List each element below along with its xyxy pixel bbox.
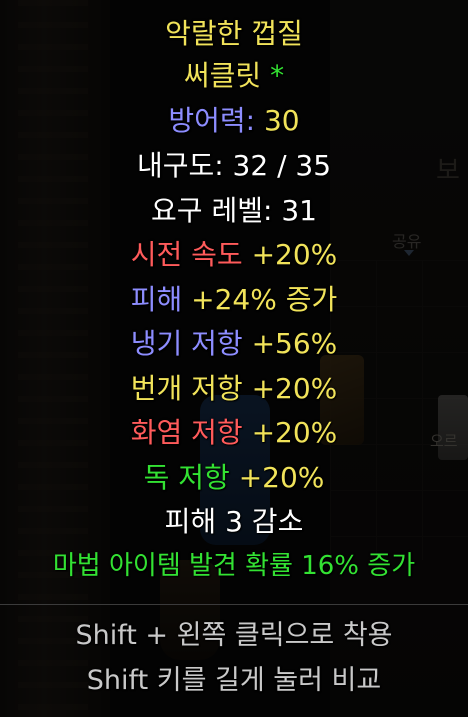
property-value: +20% [251,238,338,271]
property-value: +20% [251,416,338,449]
item-type-label: 써클릿 [183,59,262,92]
defense-label: 방어력: [168,104,256,137]
property-cold-resist: 냉기 저항 +56% [0,327,468,361]
type-marker: * [270,59,285,92]
magic-find: 마법 아이템 발견 확률 16% 증가 [52,551,416,581]
property-fire-resist: 화염 저항 +20% [0,416,468,450]
item-name: 악랄한 껍질 [165,17,303,50]
property-label: 시전 속도 [130,238,243,271]
item-type: 써클릿 * [0,59,468,93]
damage-reduced: 피해 3 감소 [164,505,304,538]
property-label: 냉기 저항 [130,327,243,360]
required-level: 요구 레벨: 31 [151,194,317,227]
item-tooltip: 악랄한 껍질 써클릿 * 방어력: 30 내구도: 32 / 35 요구 레벨:… [0,0,468,717]
property-value: +20% [238,461,325,494]
property-value: +24% 증가 [191,283,338,316]
tooltip-divider [0,604,468,605]
property-poison-resist: 독 저항 +20% [0,461,468,495]
property-label: 번개 저항 [130,372,243,405]
defense-value: 30 [263,104,300,137]
property-label: 피해 [130,283,183,316]
property-cast-speed: 시전 속도 +20% [0,238,468,272]
property-label: 독 저항 [143,461,230,494]
defense-line: 방어력: 30 [0,104,468,138]
property-value: +56% [251,327,338,360]
durability: 내구도: 32 / 35 [136,149,332,182]
hint-equip: Shift + 왼쪽 클릭으로 착용 [75,620,393,651]
hint-compare: Shift 키를 길게 눌러 비교 [86,665,382,696]
property-value: +20% [251,372,338,405]
property-lightning-resist: 번개 저항 +20% [0,372,468,406]
property-label: 화염 저항 [130,416,243,449]
property-damage: 피해 +24% 증가 [0,283,468,317]
